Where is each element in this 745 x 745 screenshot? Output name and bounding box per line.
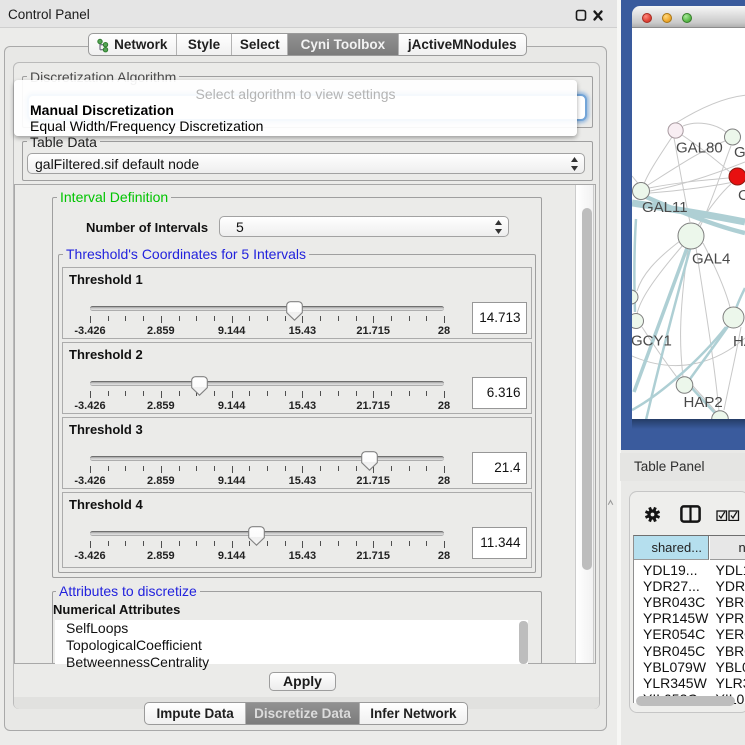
- svg-text:HAP2: HAP2: [684, 394, 723, 411]
- svg-text:CD: CD: [738, 187, 745, 204]
- svg-text:GCY1: GCY1: [632, 333, 672, 350]
- svg-text:HA: HA: [733, 333, 745, 350]
- svg-text:GAL: GAL: [734, 144, 745, 161]
- svg-text:GAL11: GAL11: [642, 199, 688, 216]
- svg-text:GAL80: GAL80: [676, 140, 723, 157]
- svg-text:GAL4: GAL4: [692, 251, 730, 268]
